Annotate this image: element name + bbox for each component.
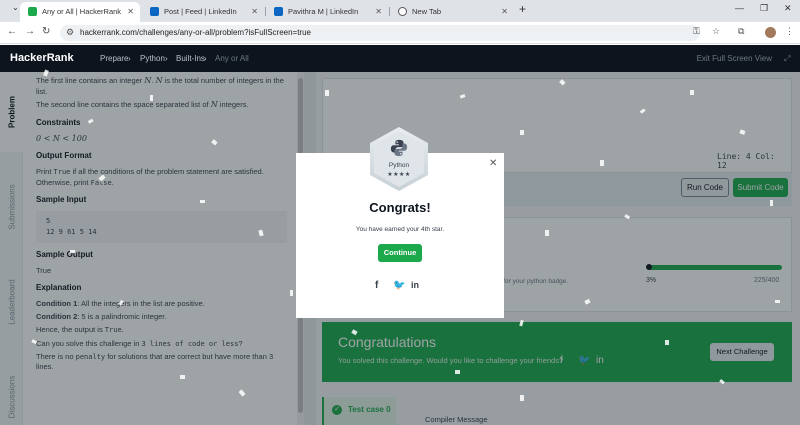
omnibox[interactable]: ⚙ hackerrank.com/challenges/any-or-all/p… (60, 25, 700, 41)
tab-linkedin-feed[interactable]: Post | Feed | LinkedIn ✕ (142, 2, 264, 22)
badge-name: Python (388, 162, 410, 169)
url-text[interactable]: hackerrank.com/challenges/any-or-all/pro… (80, 28, 311, 37)
exit-full-screen-link[interactable]: Exit Full Screen View (697, 54, 772, 63)
facebook-icon[interactable]: f (375, 280, 378, 291)
chevron-right-icon: › (204, 54, 207, 63)
modal-subtitle: You have earned your 4th star. (355, 226, 445, 233)
tab-title: Post | Feed | LinkedIn (164, 7, 237, 16)
back-arrow-icon[interactable]: ← (7, 26, 17, 37)
continue-button[interactable]: Continue (378, 244, 422, 262)
breadcrumb-built-ins[interactable]: Built-Ins (176, 54, 205, 63)
address-bar-row: ← → ↻ ⚙ hackerrank.com/challenges/any-or… (0, 22, 800, 44)
reload-icon[interactable]: ↻ (42, 26, 50, 37)
minimize-icon[interactable]: — (735, 3, 744, 13)
linkedin-favicon-icon (274, 7, 283, 16)
close-tab-icon[interactable]: ✕ (127, 2, 134, 21)
password-key-icon[interactable]: ⚿ (693, 26, 700, 37)
close-tab-icon[interactable]: ✕ (251, 2, 258, 21)
close-tab-icon[interactable]: ✕ (375, 2, 382, 21)
browser-tab-bar: Any or All | HackerRank ✕ Post | Feed | … (0, 0, 800, 22)
twitter-icon[interactable]: 🐦 (393, 280, 405, 291)
breadcrumb-current: Any or All (215, 54, 249, 63)
breadcrumb-prepare[interactable]: Prepare (100, 54, 128, 63)
extensions-puzzle-icon[interactable]: ⧉ (738, 26, 744, 37)
close-icon[interactable]: ✕ (489, 158, 497, 169)
restore-icon[interactable]: ❐ (760, 3, 768, 14)
tab-any-or-all[interactable]: Any or All | HackerRank ✕ (20, 2, 140, 22)
site-info-icon[interactable]: ⚙ (66, 27, 74, 38)
hackerrank-favicon-icon (28, 7, 37, 16)
hackerrank-header: HackerRank Prepare › Python › Built-Ins … (0, 45, 800, 72)
chevron-right-icon: › (128, 54, 131, 63)
breadcrumb-python[interactable]: Python (140, 54, 165, 63)
expand-icon[interactable]: ⤢ (784, 54, 790, 64)
globe-icon (398, 7, 407, 16)
chevron-right-icon: › (165, 54, 168, 63)
tab-search-icon[interactable]: ⌄ (12, 3, 19, 12)
modal-title: Congrats! (369, 200, 431, 215)
bookmark-star-icon[interactable]: ☆ (712, 26, 720, 37)
python-logo-icon (390, 139, 408, 157)
browser-menu-icon[interactable]: ⋮ (785, 26, 794, 37)
close-window-icon[interactable]: ✕ (784, 3, 792, 14)
tab-linkedin-profile[interactable]: Pavithra M | LinkedIn ✕ (266, 2, 388, 22)
profile-avatar[interactable] (765, 27, 776, 38)
tab-title: Pavithra M | LinkedIn (288, 7, 359, 16)
tab-title: New Tab (412, 7, 442, 16)
close-tab-icon[interactable]: ✕ (501, 2, 508, 21)
linkedin-favicon-icon (150, 7, 159, 16)
new-tab-plus-icon[interactable]: + (519, 2, 526, 16)
badge-stars: ★★★★ (387, 172, 411, 178)
forward-arrow-icon[interactable]: → (25, 26, 35, 37)
tab-title: Any or All | HackerRank (42, 7, 122, 16)
hackerrank-logo[interactable]: HackerRank (10, 52, 74, 64)
tab-new-tab[interactable]: New Tab ✕ (390, 2, 514, 22)
linkedin-icon[interactable]: in (411, 280, 419, 290)
